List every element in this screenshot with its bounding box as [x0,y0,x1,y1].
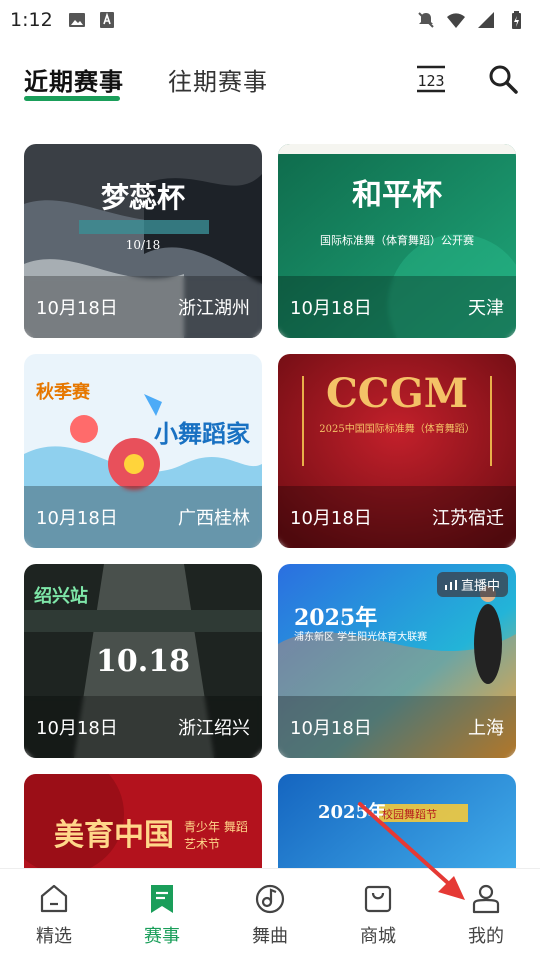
live-badge: 直播中 [436,572,508,597]
text-icon [99,12,114,28]
nav-item-featured[interactable]: 精选 [0,869,108,960]
search-icon[interactable] [486,62,520,96]
header: 近期赛事 往期赛事 123 [0,52,540,108]
poster-subtitle: 青少年 舞蹈艺术节 [184,820,248,851]
event-info-bar: 10月18日 上海 [278,696,516,758]
wifi-icon [447,13,465,28]
battery-icon [512,11,521,29]
poster-subtitle: 国际标准舞（体育舞蹈）公开赛 [320,234,474,247]
event-info-bar: 10月18日 江苏宿迁 [278,486,516,548]
tab-past-events[interactable]: 往期赛事 [168,62,268,97]
event-date: 10月18日 [290,298,372,319]
poster-subtitle: 校园舞蹈节 [382,808,437,821]
tab-recent-events[interactable]: 近期赛事 [24,62,124,97]
event-info-bar: 10月18日 浙江绍兴 [24,696,262,758]
live-indicator-icon [444,579,457,590]
poster-subtitle: 10/18 [125,238,161,252]
event-card[interactable]: 绍兴站 10.18 10月18日 浙江绍兴 [24,564,262,758]
event-card[interactable]: 秋季赛 小舞蹈家 10月18日 广西桂林 [24,354,262,548]
event-location: 广西桂林 [178,508,250,529]
nav-item-mall[interactable]: 商城 [324,869,432,960]
event-info-bar: 10月18日 浙江湖州 [24,276,262,338]
poster-title: 和平杯 [352,178,442,213]
active-tab-indicator [24,96,120,101]
music-icon [255,884,285,913]
event-card[interactable]: 2025年 浦东新区 学生阳光体育大联赛 直播中 10月18日 上海 [278,564,516,758]
home-icon [40,884,68,912]
poster-title: 秋季赛 [36,382,90,403]
event-icon [151,884,173,913]
poster-subtitle: 10.18 [96,644,190,679]
event-date: 10月18日 [36,508,118,529]
poster-title: CCGM [325,370,469,417]
poster-subtitle: 浦东新区 学生阳光体育大联赛 [294,632,428,643]
svg-text:123: 123 [417,72,444,90]
event-card[interactable]: CCGM 2025中国国际标准舞（体育舞蹈） 10月18日 江苏宿迁 [278,354,516,548]
nav-label: 我的 [468,925,504,947]
event-info-bar: 10月18日 天津 [278,276,516,338]
poster-subtitle: 小舞蹈家 [154,419,250,448]
nav-label: 舞曲 [252,925,288,947]
poster-title: 绍兴站 [34,586,88,607]
bottom-nav: 精选 赛事 舞曲 商城 我的 [0,868,540,960]
event-location: 天津 [468,298,504,319]
shopping-bag-icon [364,885,392,912]
poster-title: 梦蕊杯 [100,181,185,214]
event-date: 10月18日 [36,298,118,319]
mute-icon [418,12,434,28]
nav-item-music[interactable]: 舞曲 [216,869,324,960]
event-date: 10月18日 [36,718,118,739]
nav-label: 精选 [36,925,72,947]
event-card[interactable]: 梦蕊杯 10/18 10月18日 浙江湖州 [24,144,262,338]
status-bar: 1:12 [0,0,540,40]
live-label: 直播中 [460,579,500,594]
event-location: 江苏宿迁 [432,508,504,529]
event-info-bar: 10月18日 广西桂林 [24,486,262,548]
event-date: 10月18日 [290,508,372,529]
image-icon [68,13,85,27]
event-date: 10月18日 [290,718,372,739]
signal-icon [478,12,494,28]
nav-label: 赛事 [144,925,180,947]
nav-item-events[interactable]: 赛事 [108,869,216,960]
profile-icon [472,884,500,913]
status-time: 1:12 [10,9,53,31]
event-location: 浙江绍兴 [178,718,250,739]
nav-label: 商城 [360,925,396,947]
poster-subtitle: 2025中国国际标准舞（体育舞蹈） [319,424,475,435]
nav-item-profile[interactable]: 我的 [432,869,540,960]
calendar-icon[interactable]: 123 [414,64,448,94]
event-card[interactable]: 和平杯 国际标准舞（体育舞蹈）公开赛 10月18日 天津 [278,144,516,338]
event-location: 上海 [468,718,504,739]
event-location: 浙江湖州 [178,298,250,319]
status-notification-icons [67,10,117,30]
